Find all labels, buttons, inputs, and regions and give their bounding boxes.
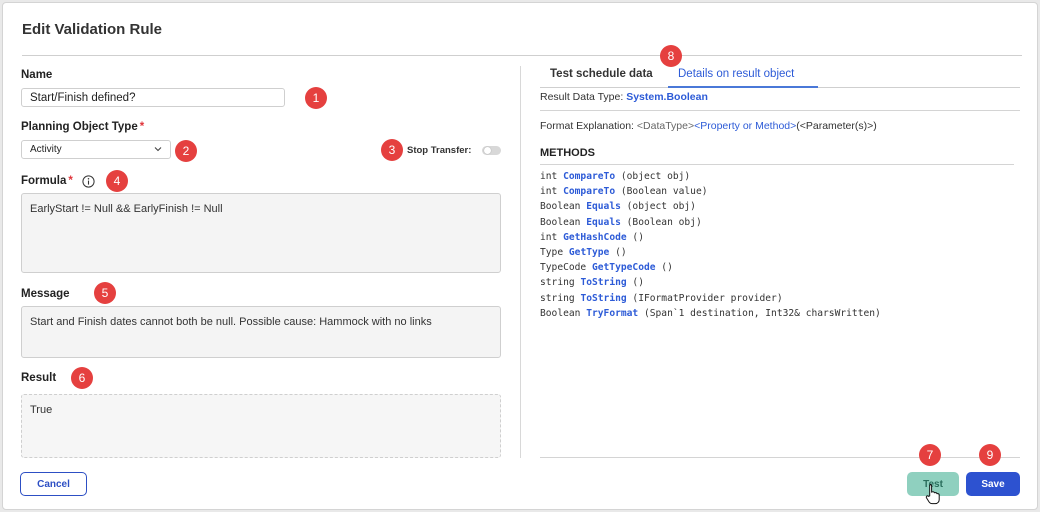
method-args: (IFormatProvider provider) [626, 292, 783, 304]
method-name: CompareTo [563, 171, 616, 182]
method-name: ToString [580, 292, 627, 304]
method-name: ToString [580, 277, 627, 289]
planning-object-type-value: Activity [30, 144, 62, 155]
name-label: Name [21, 69, 53, 81]
badge-8: 8 [660, 45, 682, 67]
badge-3: 3 [381, 139, 403, 161]
method-return-type: TypeCode [540, 262, 592, 274]
method-row: string ToString (IFormatProvider provide… [540, 291, 881, 306]
methods-divider [540, 164, 1014, 165]
badge-4: 4 [106, 170, 128, 192]
method-return-type: int [540, 231, 564, 243]
result-data-type-value: System.Boolean [626, 91, 708, 103]
methods-list: int CompareTo (object obj) int CompareTo … [540, 169, 881, 321]
format-explanation: Format Explanation: <DataType><Property … [540, 120, 877, 132]
info-circle-icon[interactable] [82, 175, 95, 188]
method-args: () [626, 277, 644, 289]
dialog-title: Edit Validation Rule [22, 21, 163, 38]
method-row: int CompareTo (object obj) [540, 169, 881, 184]
method-args: (Boolean value) [615, 186, 708, 198]
method-args: (object obj) [620, 201, 696, 213]
method-row: Boolean Equals (object obj) [540, 199, 881, 214]
cancel-button[interactable]: Cancel [20, 472, 87, 496]
method-row: TypeCode GetTypeCode () [540, 260, 881, 275]
required-mark: * [68, 175, 73, 187]
result-label: Result [21, 372, 57, 384]
method-args: (Span`1 destination, Int32& charsWritten… [638, 307, 881, 319]
method-name: Equals [586, 216, 621, 228]
method-name: CompareTo [563, 186, 616, 198]
badge-9: 9 [979, 444, 1001, 466]
formula-label: Formula * [21, 175, 73, 187]
badge-6: 6 [71, 367, 93, 389]
tab-test-schedule-data[interactable]: Test schedule data [550, 68, 653, 80]
method-name: GetType [568, 247, 610, 259]
method-return-type: Boolean [540, 307, 587, 319]
title-divider [22, 55, 1022, 56]
method-name: Equals [586, 201, 621, 213]
footer-divider [540, 457, 1020, 458]
divider [540, 110, 1020, 111]
stop-transfer-toggle[interactable] [482, 146, 501, 155]
method-return-type: Boolean [540, 216, 587, 228]
method-row: Boolean Equals (Boolean obj) [540, 215, 881, 230]
required-mark: * [139, 121, 145, 133]
badge-1: 1 [305, 87, 327, 109]
result-output: True [21, 394, 501, 458]
methods-heading: METHODS [540, 147, 595, 159]
chevron-down-icon [154, 147, 162, 152]
save-button[interactable]: Save [966, 472, 1020, 496]
method-args: () [626, 231, 644, 243]
badge-2: 2 [175, 140, 197, 162]
method-name: GetTypeCode [591, 262, 656, 274]
method-name: TryFormat [586, 307, 639, 319]
name-input[interactable]: Start/Finish defined? [21, 88, 285, 107]
method-return-type: int [540, 186, 564, 198]
badge-7: 7 [919, 444, 941, 466]
panel-divider [520, 66, 521, 458]
planning-object-type-label: Planning Object Type * [21, 121, 145, 133]
method-args: (Boolean obj) [620, 216, 702, 228]
method-args: () [609, 247, 627, 259]
tab-details-on-result-object[interactable]: Details on result object [678, 68, 794, 80]
method-name: GetHashCode [563, 231, 627, 243]
formula-textarea[interactable]: EarlyStart != Null && EarlyFinish != Nul… [21, 193, 501, 273]
method-args: (object obj) [615, 171, 691, 182]
method-return-type: Type [540, 247, 569, 259]
method-row: Type GetType () [540, 245, 881, 260]
method-return-type: int [540, 171, 564, 182]
message-textarea[interactable]: Start and Finish dates cannot both be nu… [21, 306, 501, 358]
stop-transfer-label: Stop Transfer: [407, 145, 472, 156]
method-row: Boolean TryFormat (Span`1 destination, I… [540, 306, 881, 321]
result-data-type: Result Data Type: System.Boolean [540, 91, 708, 103]
badge-5: 5 [94, 282, 116, 304]
active-tab-indicator [668, 86, 818, 88]
planning-object-type-select[interactable]: Activity [21, 140, 171, 159]
method-return-type: string [540, 292, 581, 304]
method-row: int GetHashCode () [540, 230, 881, 245]
method-return-type: Boolean [540, 201, 587, 213]
method-return-type: string [540, 277, 581, 289]
method-args: () [655, 262, 673, 274]
hand-pointer-icon [925, 484, 940, 505]
message-label: Message [21, 288, 70, 300]
method-row: int CompareTo (Boolean value) [540, 184, 881, 199]
method-row: string ToString () [540, 275, 881, 290]
